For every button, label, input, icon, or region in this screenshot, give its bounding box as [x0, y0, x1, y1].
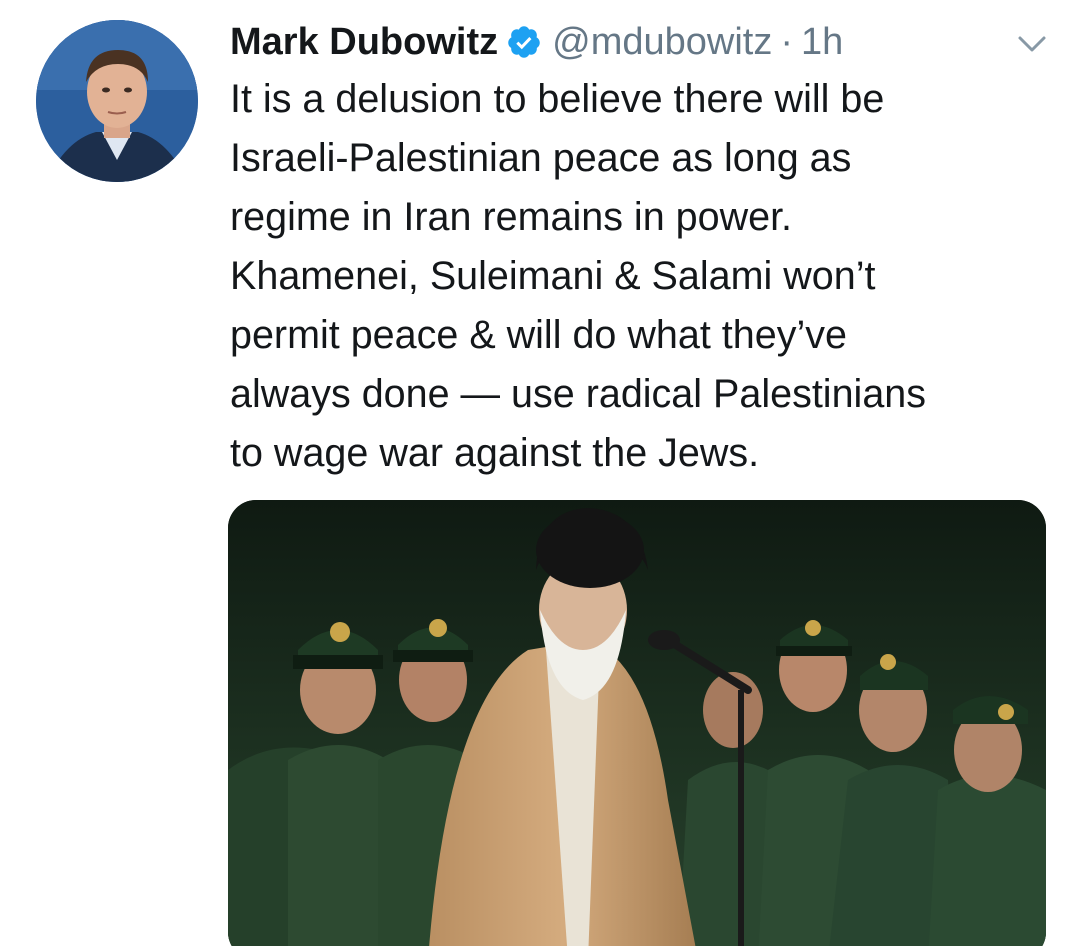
timestamp[interactable]: 1h — [801, 21, 843, 64]
tweet-text-line: always done — use radical Palestinians — [230, 372, 927, 416]
tweet[interactable]: Mark Dubowitz @mdubowitz · 1h It is a de… — [0, 0, 1080, 946]
tweet-text-line: regime in Iran remains in power. — [230, 195, 793, 239]
chevron-down-icon[interactable] — [1012, 24, 1052, 64]
avatar-image — [36, 20, 198, 182]
avatar[interactable] — [36, 20, 198, 182]
tweet-header: Mark Dubowitz @mdubowitz · 1h — [230, 14, 843, 70]
verified-badge-icon — [506, 24, 542, 60]
tweet-text-line: Khamenei, Suleimani & Salami won’t — [230, 254, 876, 298]
author-handle[interactable]: @mdubowitz — [552, 21, 772, 64]
author-name[interactable]: Mark Dubowitz — [230, 21, 498, 64]
tweet-text-line: Israeli-Palestinian peace as long as — [230, 136, 852, 180]
tweet-text-line: It is a delusion to believe there will b… — [230, 77, 885, 121]
tweet-media-image[interactable] — [228, 500, 1046, 946]
tweet-text-line: to wage war against the Jews. — [230, 431, 760, 475]
separator-dot: · — [780, 20, 793, 63]
tweet-text-line: permit peace & will do what they’ve — [230, 313, 847, 357]
media-photo — [228, 500, 1046, 946]
tweet-text: It is a delusion to believe there will b… — [230, 70, 1050, 483]
